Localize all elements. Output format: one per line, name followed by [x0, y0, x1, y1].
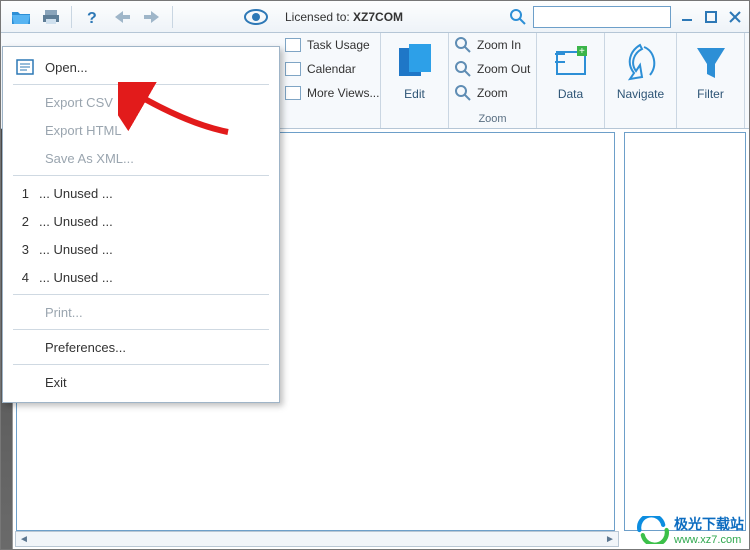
menu-exit[interactable]: Exit: [3, 368, 279, 396]
label: Filter: [697, 87, 724, 101]
menu-recent-2[interactable]: 2... Unused ...: [3, 207, 279, 235]
label: Zoom In: [477, 38, 521, 52]
scroll-left-icon[interactable]: ◄: [16, 532, 32, 546]
label: Edit: [404, 87, 425, 101]
views-icon: [285, 86, 301, 100]
zoom-out[interactable]: Zoom Out: [449, 57, 536, 81]
menu-export-html: Export HTML: [3, 116, 279, 144]
label: Calendar: [307, 62, 356, 76]
label: Task Usage: [307, 38, 370, 52]
zoom-reset[interactable]: Zoom: [449, 81, 536, 105]
forward-icon[interactable]: [138, 4, 166, 30]
license-prefix: Licensed to:: [285, 10, 353, 24]
ribbon-filter-col[interactable]: Filter: [677, 33, 745, 128]
menu-recent-4[interactable]: 4... Unused ...: [3, 263, 279, 291]
ribbon-data-col[interactable]: + Data: [537, 33, 605, 128]
print-icon[interactable]: [37, 4, 65, 30]
top-toolbar: ? Licensed to: XZ7COM: [1, 1, 749, 33]
label: Save As XML...: [45, 151, 267, 166]
close-button[interactable]: [727, 9, 743, 25]
label: Print...: [45, 305, 267, 320]
menu-separator: [13, 364, 269, 365]
back-icon[interactable]: [108, 4, 136, 30]
watermark-url: www.xz7.com: [674, 534, 744, 546]
watermark-icon: [636, 516, 670, 544]
license-value: XZ7COM: [353, 10, 403, 24]
horizontal-scrollbar[interactable]: ◄ ►: [15, 531, 619, 547]
edit-icon: [392, 39, 438, 85]
watermark: 极光下载站 www.xz7.com: [636, 514, 744, 546]
menu-print: Print...: [3, 298, 279, 326]
ribbon-zoom-col: Zoom In Zoom Out Zoom Zoom: [449, 33, 537, 128]
menu-recent-3[interactable]: 3... Unused ...: [3, 235, 279, 263]
label: Open...: [45, 60, 267, 75]
ribbon-views-col: Task Usage Calendar More Views...: [279, 33, 381, 128]
minimize-button[interactable]: [679, 9, 695, 25]
label: Preferences...: [45, 340, 267, 355]
label: Export CSV: [45, 95, 267, 110]
calendar-icon: [285, 62, 301, 76]
help-icon[interactable]: ?: [78, 4, 106, 30]
open-file-icon[interactable]: [7, 4, 35, 30]
label: More Views...: [307, 86, 379, 100]
menu-preferences[interactable]: Preferences...: [3, 333, 279, 361]
right-pane: [624, 132, 746, 531]
label: Zoom: [477, 86, 508, 100]
ribbon-task-usage[interactable]: Task Usage: [279, 33, 380, 57]
scroll-right-icon[interactable]: ►: [602, 532, 618, 546]
label: Data: [558, 87, 583, 101]
menu-recent-1[interactable]: 1... Unused ...: [3, 179, 279, 207]
separator: [172, 6, 173, 28]
ribbon-more-views[interactable]: More Views...: [279, 81, 380, 105]
ribbon-edit-col[interactable]: Edit: [381, 33, 449, 128]
menu-export-csv: Export CSV: [3, 88, 279, 116]
grid-icon: [285, 38, 301, 52]
eye-icon[interactable]: [241, 4, 271, 30]
menu-separator: [13, 84, 269, 85]
label: Zoom Out: [477, 62, 530, 76]
svg-text:+: +: [579, 46, 585, 57]
ribbon-calendar[interactable]: Calendar: [279, 57, 380, 81]
maximize-button[interactable]: [703, 9, 719, 25]
menu-separator: [13, 294, 269, 295]
license-label: Licensed to: XZ7COM: [285, 10, 403, 24]
svg-text:?: ?: [87, 10, 97, 26]
group-label: Zoom: [449, 113, 536, 125]
menu-separator: [13, 329, 269, 330]
navigate-icon: [618, 39, 664, 85]
menu-save-xml: Save As XML...: [3, 144, 279, 172]
search-input[interactable]: [533, 6, 671, 28]
label: Export HTML: [45, 123, 267, 138]
search-icon[interactable]: [507, 6, 529, 28]
search-area: [507, 6, 671, 28]
data-icon: +: [548, 39, 594, 85]
filter-icon: [688, 39, 734, 85]
label: Navigate: [617, 87, 664, 101]
menu-open[interactable]: Open...: [3, 53, 279, 81]
menu-separator: [13, 175, 269, 176]
ribbon-navigate-col[interactable]: Navigate: [605, 33, 677, 128]
separator: [71, 6, 72, 28]
watermark-title: 极光下载站: [674, 514, 744, 534]
open-icon: [15, 58, 35, 76]
label: Exit: [45, 375, 267, 390]
zoom-in[interactable]: Zoom In: [449, 33, 536, 57]
file-menu: Open... Export CSV Export HTML Save As X…: [2, 46, 280, 403]
